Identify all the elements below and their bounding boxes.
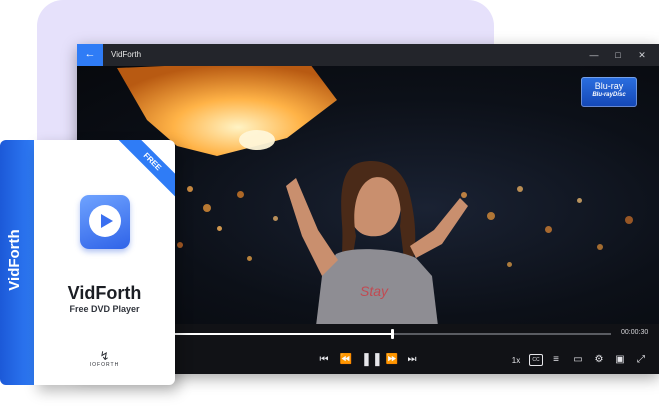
product-name: Free DVD Player xyxy=(69,304,140,314)
mini-player-icon: ▣ xyxy=(615,354,625,365)
title-bar: ← VidForth — □ ✕ xyxy=(77,44,659,66)
lightning-bolt-icon: ↯ xyxy=(99,349,110,363)
screen-cast-button[interactable]: ▭ xyxy=(572,354,584,366)
time-readout: 00:00:30 xyxy=(621,329,649,336)
arrow-left-icon: ← xyxy=(84,48,96,60)
woman-figure-image: Stay xyxy=(286,161,468,324)
next-button[interactable]: ⏭ xyxy=(405,354,419,366)
speed-button[interactable]: 1x xyxy=(509,355,523,367)
maximize-button[interactable]: □ xyxy=(611,48,625,62)
pause-icon: ❚❚ xyxy=(361,351,383,366)
fast-forward-icon: ⏩ xyxy=(385,354,399,365)
spine-text: VidForth xyxy=(6,229,23,291)
badge-bottom-text: Blu-rayDisc xyxy=(592,92,626,98)
close-icon: ✕ xyxy=(638,50,646,60)
rewind-button[interactable]: ⏪ xyxy=(339,354,353,366)
next-icon: ⏭ xyxy=(407,354,417,365)
screen-cast-icon: ▭ xyxy=(573,354,583,365)
progress-thumb[interactable] xyxy=(391,329,394,339)
progress-bar[interactable] xyxy=(173,329,611,339)
settings-icon: ⚙ xyxy=(594,354,604,365)
fullscreen-button[interactable]: ⤢ xyxy=(635,354,647,366)
maker-name: IOFORTH xyxy=(89,362,120,368)
minimize-icon: — xyxy=(589,50,599,60)
back-button[interactable]: ← xyxy=(77,44,103,66)
progress-fill xyxy=(173,333,392,335)
window-title: VidForth xyxy=(111,50,142,59)
brand-name: VidForth xyxy=(67,283,142,303)
settings-button[interactable]: ⚙ xyxy=(593,354,605,366)
maker-logo: ↯ IOFORTH xyxy=(34,350,175,368)
fullscreen-icon: ⤢ xyxy=(637,354,645,365)
fast-forward-button[interactable]: ⏩ xyxy=(385,354,399,366)
box-spine: VidForth xyxy=(0,140,34,385)
pause-button[interactable]: ❚❚ xyxy=(361,352,383,365)
previous-icon: ⏮ xyxy=(319,354,329,365)
minimize-button[interactable]: — xyxy=(587,48,601,62)
rewind-icon: ⏪ xyxy=(339,354,353,365)
blu-ray-disc-icon: Blu-ray Blu-rayDisc xyxy=(581,77,637,107)
playlist-icon: ≡ xyxy=(553,354,559,365)
previous-button[interactable]: ⏮ xyxy=(317,354,331,366)
playlist-button[interactable]: ≡ xyxy=(550,354,562,366)
play-button-icon xyxy=(80,195,130,249)
badge-top-text: Blu-ray xyxy=(594,81,624,91)
maximize-icon: □ xyxy=(615,50,621,60)
box-cover: FREE VidForth Free DVD Player ↯ IOFORTH xyxy=(34,140,175,385)
mini-player-button[interactable]: ▣ xyxy=(614,354,626,366)
product-box: VidForth FREE VidForth Free DVD Player ↯… xyxy=(0,140,175,385)
free-ribbon: FREE xyxy=(114,140,175,200)
close-button[interactable]: ✕ xyxy=(635,48,649,62)
subtitles-button[interactable]: CC xyxy=(529,354,543,366)
svg-text:Stay: Stay xyxy=(360,283,389,299)
